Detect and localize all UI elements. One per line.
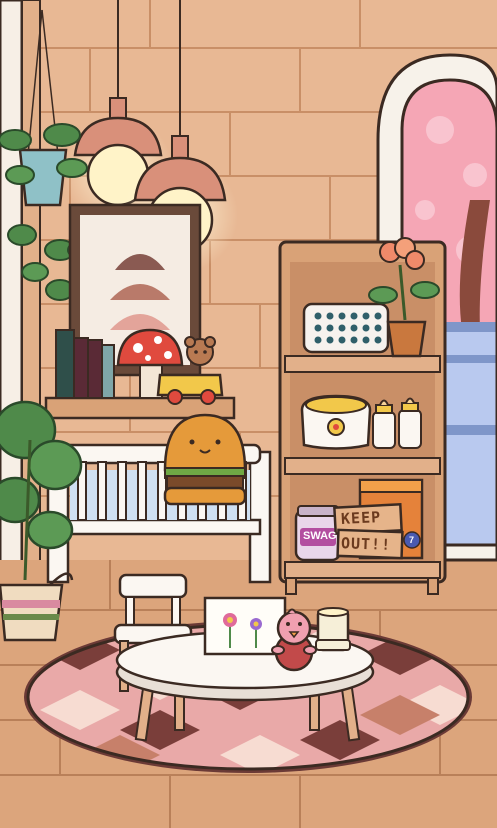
sign-line-2: OUT!!	[340, 534, 392, 554]
burger-plush[interactable]	[163, 413, 247, 506]
room-illustration	[0, 0, 497, 828]
jar-label: SWAG	[303, 530, 337, 542]
candle[interactable]	[315, 607, 351, 652]
game-scene: KEEP OUT!! SWAG 7	[0, 0, 497, 828]
box-badge-number: 7	[409, 535, 415, 545]
wall-shelf	[44, 328, 236, 420]
sign-line-1: KEEP	[340, 507, 382, 529]
flower-drawing[interactable]	[203, 596, 287, 656]
pegboard-toy[interactable]	[302, 302, 390, 354]
bottle-warmer[interactable]	[300, 394, 372, 450]
